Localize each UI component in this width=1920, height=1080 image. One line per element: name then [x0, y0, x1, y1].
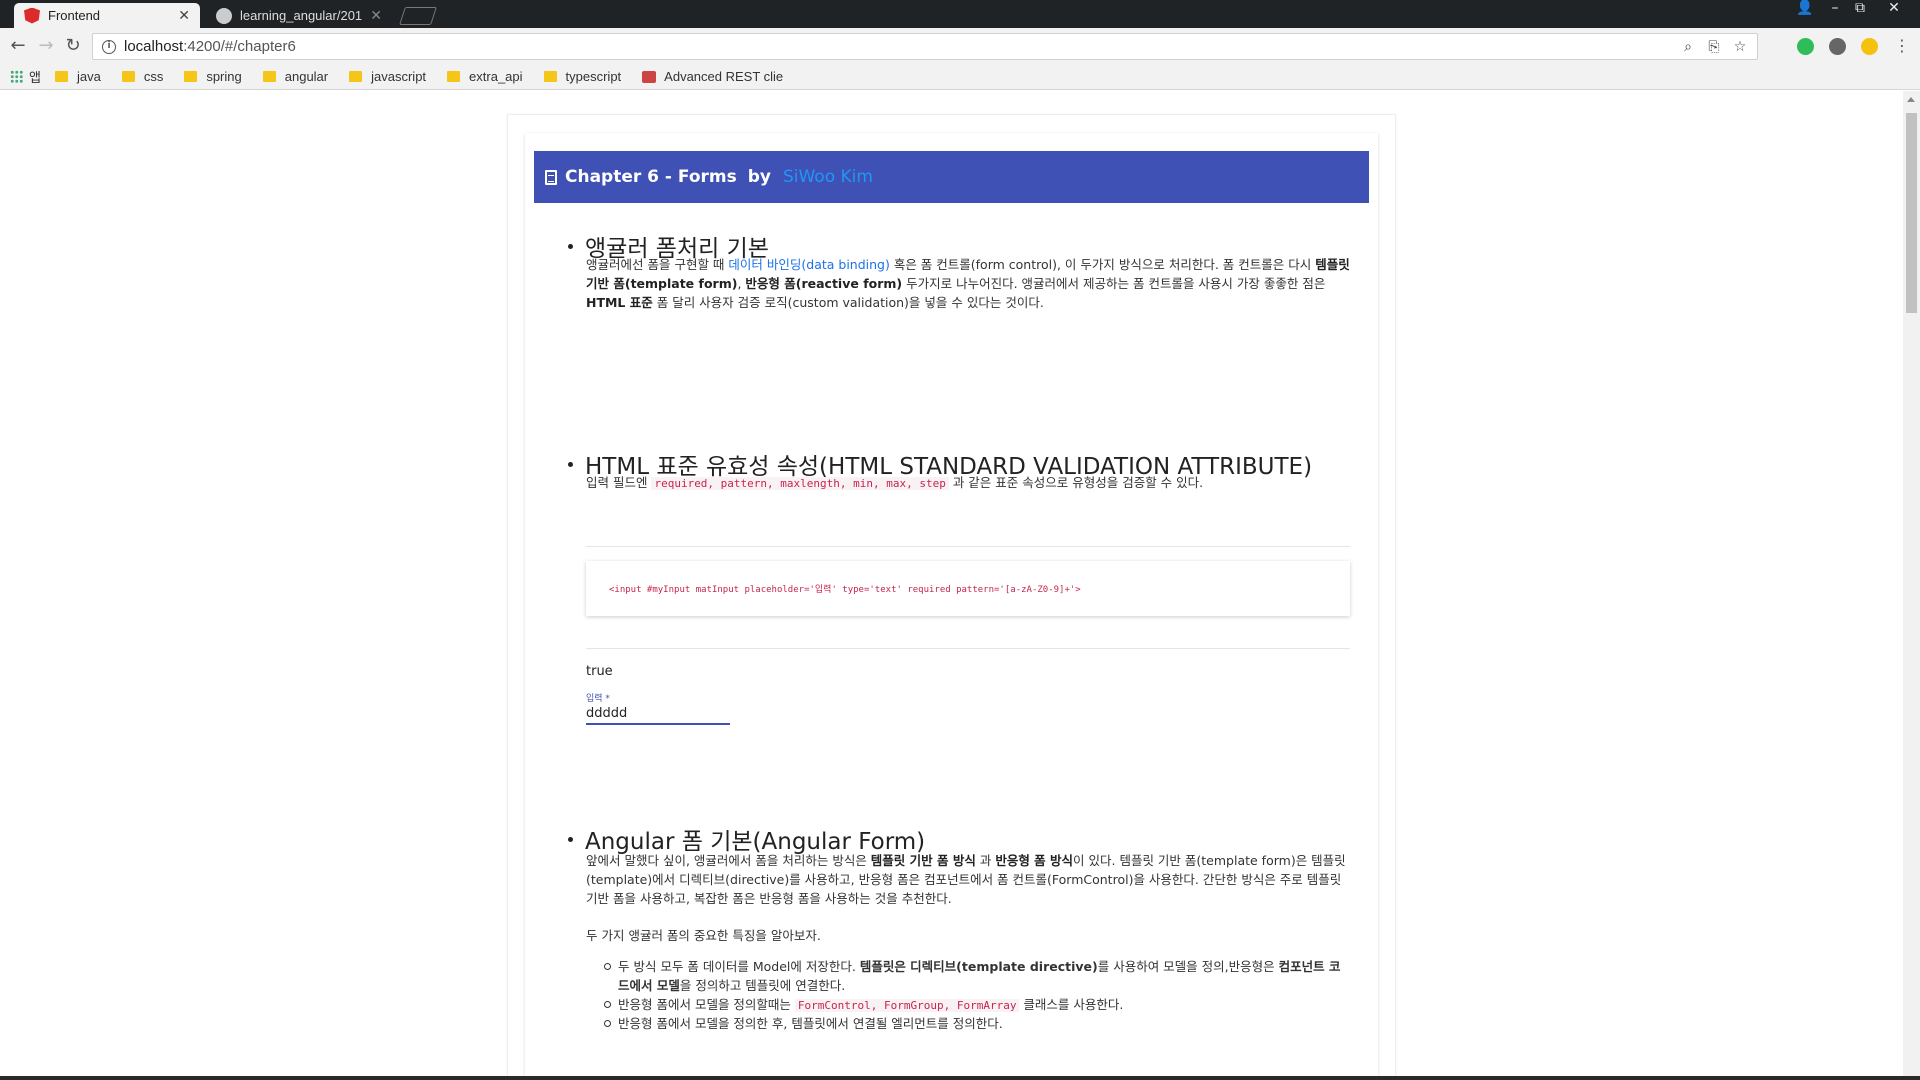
page-viewport: Chapter 6 - Forms by SiWoo Kim 앵귤러 폼처리 기…: [0, 91, 1901, 1076]
close-tab-icon[interactable]: ✕: [370, 7, 382, 24]
bookmark-star-icon[interactable]: ☆: [1731, 38, 1749, 56]
chapter-title: Chapter 6 - Forms: [565, 167, 737, 187]
tab-title: Frontend: [48, 8, 101, 23]
bullet: [568, 461, 573, 467]
info-icon[interactable]: i: [102, 39, 116, 54]
list-item: 반응형 폼에서 모델을 정의한 후, 템플릿에서 연결될 엘리먼트를 정의한다.: [604, 1014, 1350, 1033]
scrollbar-thumb[interactable]: [1906, 113, 1917, 313]
data-binding-link[interactable]: 데이터 바인딩(data binding): [728, 257, 889, 272]
folder-icon: [447, 71, 461, 82]
list-item: 두 방식 모두 폼 데이터를 Model에 저장한다. 템플릿은 디렉티브(te…: [604, 957, 1350, 995]
validated-input[interactable]: [586, 703, 730, 725]
browser-tab-bar: Frontend ✕ learning_angular/2018-1 ✕ 👤 –…: [0, 0, 1920, 28]
inline-code: FormControl, FormGroup, FormArray: [794, 999, 1020, 1012]
close-tab-icon[interactable]: ✕: [178, 7, 190, 24]
translate-icon[interactable]: ⎘: [1705, 38, 1723, 56]
menu-icon[interactable]: ⋮: [1894, 36, 1910, 55]
bullet: [568, 243, 573, 249]
author-name: SiWoo Kim: [782, 167, 873, 187]
rest-client-icon: [642, 70, 657, 83]
section1-paragraph: 앵귤러에선 폼을 구현할 때 데이터 바인딩(data binding) 혹은 …: [586, 257, 1350, 310]
bookmark-java[interactable]: java: [54, 69, 101, 84]
address-bar[interactable]: i localhost:4200/#/chapter6 ⌕ ⎘ ☆: [92, 33, 1758, 60]
url-text[interactable]: localhost:4200/#/chapter6: [124, 38, 1679, 55]
code-block: <input #myInput matInput placeholder='입력…: [586, 561, 1350, 616]
bookmark-extra-api[interactable]: extra_api: [447, 69, 523, 84]
divider: [586, 546, 1350, 547]
angular-icon: [24, 7, 40, 24]
by-label: by: [747, 167, 771, 187]
extension-green-icon[interactable]: [1797, 38, 1814, 55]
tab-github[interactable]: learning_angular/2018-1 ✕: [206, 3, 392, 28]
user-icon[interactable]: 👤: [1793, 0, 1817, 18]
section3-paragraph: 앞에서 말했다 싶이, 앵귤러에서 폼을 처리하는 방식은 템플릿 기반 폼 방…: [586, 853, 1346, 906]
divider: [586, 648, 1350, 649]
new-tab-button[interactable]: [399, 7, 437, 25]
extension-yellow-icon[interactable]: [1861, 38, 1878, 55]
tab-frontend[interactable]: Frontend ✕: [14, 3, 200, 28]
folder-icon: [349, 71, 363, 82]
tab-title: learning_angular/2018-1: [240, 8, 363, 23]
taskbar-edge: [0, 1076, 1920, 1080]
chapter-header: Chapter 6 - Forms by SiWoo Kim: [534, 151, 1369, 203]
page-scrollbar[interactable]: [1903, 91, 1920, 1076]
folder-icon: [121, 71, 135, 82]
folder-icon: [184, 71, 198, 82]
restore-button[interactable]: ⧉: [1848, 0, 1872, 18]
apps-grid-icon: [10, 70, 23, 83]
section3-intro: 두 가지 앵귤러 폼의 중요한 특징을 알아보자.: [586, 928, 821, 943]
zoom-icon[interactable]: ⌕: [1679, 38, 1697, 56]
bullet: [568, 836, 573, 842]
bookmarks-bar: 앱 java css spring angular javascript ext…: [0, 64, 1920, 90]
list-item: 반응형 폼에서 모델을 정의할때는 FormControl, FormGroup…: [604, 995, 1350, 1014]
validity-output: true: [586, 664, 613, 679]
bookmark-apps[interactable]: 앱: [10, 67, 41, 86]
github-icon: [216, 7, 232, 24]
document-icon: [545, 169, 557, 185]
bookmark-angular[interactable]: angular: [262, 69, 328, 84]
browser-toolbar: ← → ↻ i localhost:4200/#/chapter6 ⌕ ⎘ ☆ …: [0, 28, 1920, 64]
minimize-button[interactable]: –: [1823, 0, 1847, 18]
inline-code: required, pattern, maxlength, min, max, …: [651, 477, 949, 490]
bookmark-css[interactable]: css: [121, 69, 163, 84]
bookmark-javascript[interactable]: javascript: [349, 69, 426, 84]
section2-paragraph: 입력 필드엔 required, pattern, maxlength, min…: [586, 475, 1204, 490]
close-window-button[interactable]: ✕: [1882, 0, 1906, 18]
bookmark-spring[interactable]: spring: [184, 69, 242, 84]
feature-list: 두 방식 모두 폼 데이터를 Model에 저장한다. 템플릿은 디렉티브(te…: [604, 957, 1350, 1033]
folder-icon: [262, 71, 276, 82]
folder-icon: [54, 71, 68, 82]
code-text: <input #myInput matInput placeholder='입력…: [609, 585, 1081, 595]
forward-arrow-icon[interactable]: →: [36, 35, 56, 57]
folder-icon: [543, 71, 557, 82]
back-arrow-icon[interactable]: ←: [8, 35, 28, 57]
bookmark-advanced-rest[interactable]: Advanced REST clie: [642, 69, 783, 84]
extension-gray-icon[interactable]: [1829, 38, 1846, 55]
reload-icon[interactable]: ↻: [63, 35, 83, 57]
bookmark-typescript[interactable]: typescript: [543, 69, 621, 84]
scroll-up-arrow-icon[interactable]: [1907, 97, 1915, 102]
